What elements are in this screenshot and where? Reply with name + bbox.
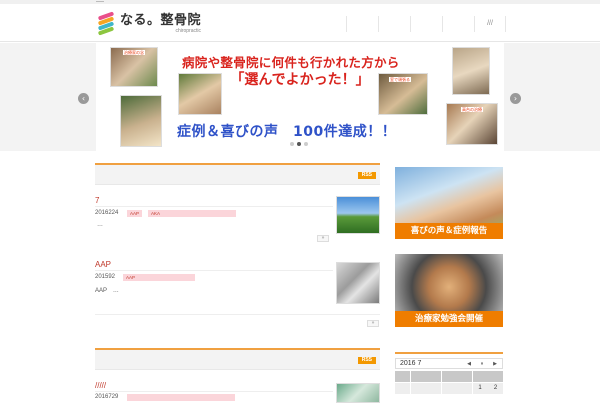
slider-prev-button[interactable]: ‹ (78, 93, 89, 104)
sidebar-banner-voices[interactable]: 喜びの声＆症例報告 (395, 167, 503, 239)
list-separator (95, 314, 380, 315)
nav-item-4[interactable] (442, 16, 474, 32)
news-list-more-button[interactable]: » (367, 320, 379, 327)
photo-tag-1: 治療家の念 (123, 50, 145, 55)
calendar-day (395, 382, 410, 394)
calendar-prev-icon[interactable]: ◀ (465, 361, 473, 368)
banner-headline-3: 症例＆喜びの声 100件達成！！ (177, 124, 397, 140)
post-category-1b[interactable]: AKA (148, 210, 236, 217)
post-title-3[interactable]: ///// (95, 381, 106, 390)
post-thumbnail-1[interactable] (336, 196, 380, 234)
rss-button-2[interactable]: RSS (357, 357, 376, 364)
calendar-weekday (410, 371, 426, 382)
calendar-day (410, 382, 426, 394)
site-logo[interactable]: なる。整骨院 chiropractic (96, 11, 202, 36)
logo-mark-icon (96, 11, 116, 36)
calendar-day (441, 382, 457, 394)
photo-patient-1: 治療家の念 (110, 47, 158, 87)
site-header: なる。整骨院 chiropractic /// (0, 4, 600, 42)
logo-subtitle: chiropractic (175, 28, 202, 34)
calendar-header: 2016 7 ◀ ⏸ ▶ (395, 358, 503, 369)
calendar-weekday (488, 371, 503, 382)
calendar-weekday (395, 371, 410, 382)
calendar-top-border (395, 352, 503, 354)
calendar-weekday (441, 371, 457, 382)
slider-next-button[interactable]: › (510, 93, 521, 104)
calendar-next-icon[interactable]: ▶ (491, 361, 499, 368)
calendar-day[interactable]: 1 (472, 382, 488, 394)
post-date-3: 2016729 (95, 394, 119, 400)
logo-title: なる。整骨院 (120, 13, 202, 28)
nav-item-3[interactable] (410, 16, 442, 32)
post-excerpt-1: … (97, 222, 103, 228)
calendar-day[interactable]: 2 (488, 382, 503, 394)
post-title-1[interactable]: 7 (95, 196, 99, 205)
calendar-day (426, 382, 441, 394)
slider-dot-2[interactable] (297, 142, 301, 146)
post-excerpt-2: AAP … (95, 288, 119, 294)
chevron-right-icon: › (513, 94, 518, 103)
slider-dots (290, 142, 308, 146)
post-thumbnail-2[interactable] (336, 262, 380, 304)
photo-tag-2: 室で頑張る (389, 77, 411, 82)
post-title-2[interactable]: AAP (95, 260, 111, 269)
photo-patient-3 (178, 73, 222, 115)
global-nav: /// (346, 16, 506, 32)
photo-tag-3: 高台の治療 (461, 107, 483, 112)
post-more-button-1[interactable]: » (317, 235, 329, 242)
post-separator (95, 270, 333, 271)
calendar-grid: 1 2 (395, 371, 503, 394)
calendar-day (457, 382, 472, 394)
post-category-1a[interactable]: AAP (127, 210, 143, 217)
photo-group: 高台の治療 (446, 103, 498, 145)
banner-headline-2: 「選んでよかった！」 (228, 70, 372, 90)
sidebar-banner-study-caption: 治療家勉強会開催 (395, 311, 503, 327)
sidebar-banner-voices-caption: 喜びの声＆症例報告 (395, 223, 503, 239)
post-separator (95, 206, 333, 207)
chevron-left-icon: ‹ (81, 94, 86, 103)
photo-patient-5 (452, 47, 490, 95)
sidebar-banner-study[interactable]: 治療家勉強会開催 (395, 254, 503, 327)
slider-dot-3[interactable] (304, 142, 308, 146)
nav-item-2[interactable] (378, 16, 410, 32)
news-box-2-header: RSS (95, 348, 380, 370)
slider-dot-1[interactable] (290, 142, 294, 146)
calendar-weekday (457, 371, 472, 382)
post-date-1: 2016224 (95, 210, 119, 216)
nav-item-5[interactable]: /// (474, 16, 506, 32)
news-box-header: RSS (95, 163, 380, 185)
banner-headline-1: 病院や整骨院に何件も行かれた方から (182, 55, 400, 70)
calendar-pause-icon[interactable]: ⏸ (478, 361, 486, 368)
rss-button[interactable]: RSS (357, 172, 376, 179)
post-thumbnail-3[interactable] (336, 383, 380, 403)
calendar-weekday (426, 371, 441, 382)
nav-item-1[interactable] (346, 16, 378, 32)
calendar-weekday (472, 371, 488, 382)
photo-patient-2 (120, 95, 162, 147)
top-bar-mark (96, 1, 104, 2)
post-category-2a[interactable]: AAP (123, 274, 195, 281)
post-date-2: 201592 (95, 274, 116, 280)
photo-patient-4: 室で頑張る (378, 73, 428, 115)
post-separator (95, 391, 333, 392)
calendar-month: 2016 7 (400, 360, 422, 367)
